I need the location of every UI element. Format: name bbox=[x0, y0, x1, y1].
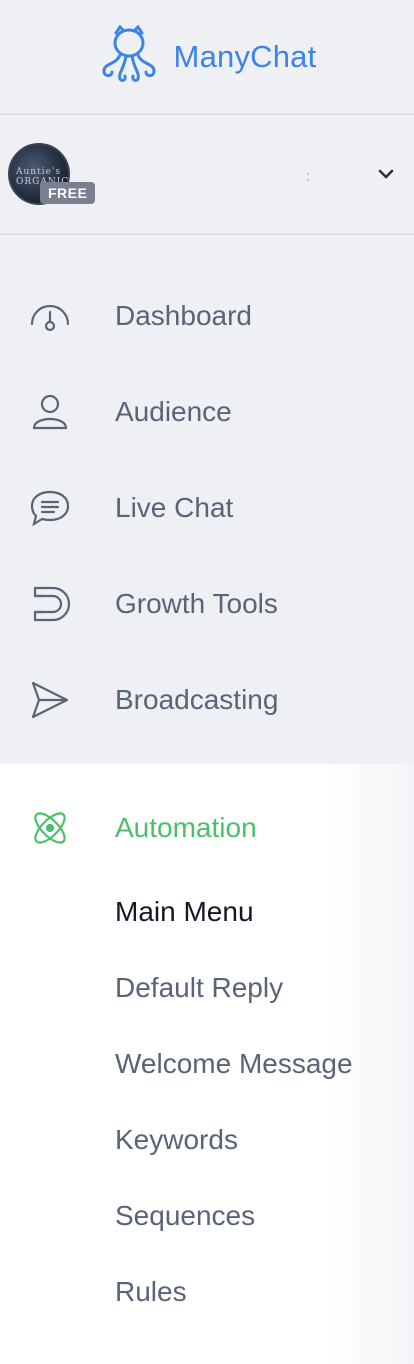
nav-item-label: Live Chat bbox=[115, 492, 234, 523]
nav-item-audience[interactable]: Audience bbox=[0, 382, 414, 442]
sidebar-header: ManyChat bbox=[0, 0, 414, 115]
nav-item-broadcasting[interactable]: Broadcasting bbox=[0, 670, 414, 730]
nav-item-label: Audience bbox=[115, 396, 232, 427]
atom-icon bbox=[28, 806, 72, 850]
nav-item-label: Dashboard bbox=[115, 300, 252, 331]
chat-bubble-icon bbox=[28, 486, 72, 530]
nav-item-live-chat[interactable]: Live Chat bbox=[0, 478, 414, 538]
subnav-item-main-menu[interactable]: Main Menu bbox=[115, 896, 254, 928]
nav-item-label: Broadcasting bbox=[115, 684, 279, 715]
nav-item-label: Automation bbox=[115, 812, 257, 843]
subnav-item-welcome-message[interactable]: Welcome Message bbox=[115, 1048, 353, 1080]
user-icon bbox=[28, 390, 72, 434]
nav-item-automation[interactable]: Automation bbox=[0, 798, 414, 858]
gauge-icon bbox=[28, 294, 72, 338]
subnav-item-sequences[interactable]: Sequences bbox=[115, 1200, 255, 1232]
brand-name: ManyChat bbox=[173, 38, 317, 74]
nav-item-dashboard[interactable]: Dashboard bbox=[0, 286, 414, 346]
nav-item-growth-tools[interactable]: Growth Tools bbox=[0, 574, 414, 634]
subnav-item-default-reply[interactable]: Default Reply bbox=[115, 972, 283, 1004]
brand-logo[interactable]: ManyChat bbox=[98, 24, 317, 88]
magnet-icon bbox=[28, 582, 72, 626]
subnav-item-keywords[interactable]: Keywords bbox=[115, 1124, 238, 1156]
octopus-logo-icon bbox=[98, 24, 160, 88]
nav-item-label: Growth Tools bbox=[115, 588, 278, 619]
plan-badge: FREE bbox=[40, 182, 96, 204]
account-name: : bbox=[306, 168, 310, 184]
send-icon bbox=[28, 678, 72, 722]
subnav-item-rules[interactable]: Rules bbox=[115, 1276, 187, 1308]
chevron-down-icon[interactable] bbox=[377, 167, 395, 186]
